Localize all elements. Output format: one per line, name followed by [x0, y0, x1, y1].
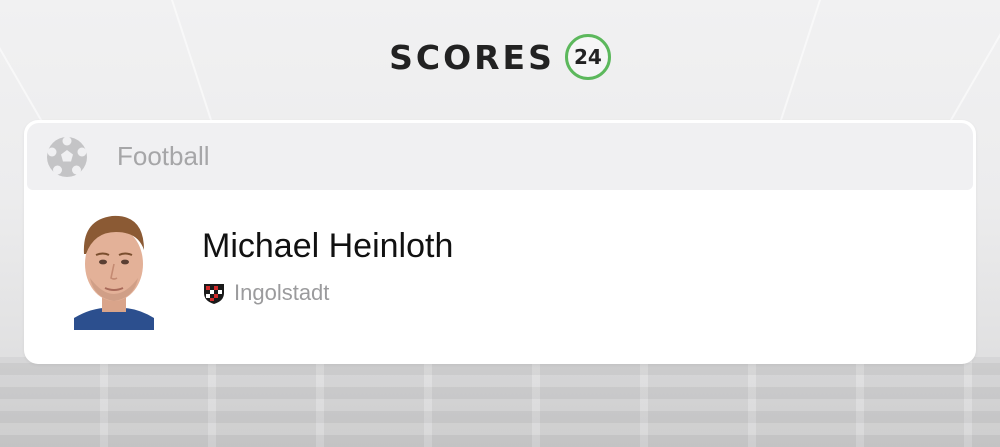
sport-header[interactable]: Football	[27, 123, 973, 190]
player-name[interactable]: Michael Heinloth	[202, 227, 453, 266]
logo-badge: 24	[564, 34, 611, 80]
team-name: Ingolstadt	[234, 280, 330, 305]
team-link[interactable]: Ingolstadt	[202, 280, 329, 306]
logo-text: SCORES	[389, 37, 555, 77]
soccer-ball-icon	[45, 135, 89, 179]
site-logo[interactable]: SCORES 24	[0, 34, 1000, 80]
search-result-card: Football Michael Heinloth Ingolstadt	[24, 120, 976, 364]
team-crest-icon	[202, 281, 226, 305]
player-avatar[interactable]	[74, 206, 154, 330]
sport-label: Football	[117, 141, 210, 171]
